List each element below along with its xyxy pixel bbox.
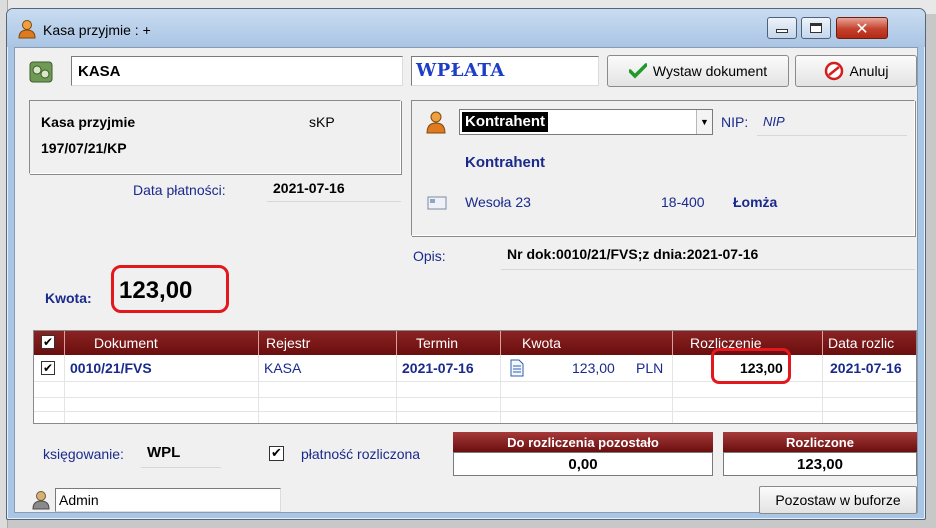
close-icon: ✕ (855, 18, 869, 38)
column-separator (64, 331, 65, 355)
column-separator (258, 331, 259, 355)
issue-document-button[interactable]: Wystaw dokument (607, 55, 789, 87)
settled-value: 123,00 (723, 452, 917, 476)
column-header-due-date[interactable]: Termin (416, 335, 458, 351)
document-type-name: Kasa przyjmie (41, 114, 136, 130)
column-separator (500, 355, 501, 423)
document-icon[interactable] (510, 359, 524, 377)
posting-field[interactable]: WPL (141, 442, 221, 468)
user-grey-icon (32, 491, 50, 510)
minimize-icon (776, 29, 788, 33)
cancel-circle-icon (824, 61, 843, 81)
payment-date-value: 2021-07-16 (273, 180, 345, 196)
register-name: KASA (78, 63, 121, 80)
dialog-content: KASA WPŁATA Wystaw dokument Anuluj Kasa … (14, 47, 918, 514)
payment-settled-checkbox[interactable]: ✔ (269, 446, 284, 461)
contractor-combo[interactable]: Kontrahent ▼ (459, 109, 713, 135)
register-field[interactable]: KASA (71, 56, 403, 86)
description-label: Opis: (413, 248, 446, 264)
chevron-down-icon[interactable]: ▼ (696, 110, 712, 134)
description-field[interactable]: Nr dok:0010/21/FVS;z dnia:2021-07-16 (501, 244, 915, 270)
contractor-selected: Kontrahent (462, 112, 548, 132)
checkmark-icon (628, 63, 647, 79)
row-checkbox[interactable]: ✔ (41, 361, 55, 375)
remaining-value: 0,00 (453, 452, 713, 476)
row-currency: PLN (636, 360, 664, 376)
column-separator (500, 331, 501, 355)
title-bar[interactable]: Kasa przyjmie : + ✕ (7, 9, 925, 47)
row-separator (34, 397, 916, 398)
user-field: Admin (55, 488, 281, 512)
cancel-label: Anuluj (849, 63, 889, 79)
row-register: KASA (264, 360, 302, 376)
nip-label: NIP: (721, 114, 749, 130)
document-number: 197/07/21/KP (41, 140, 127, 156)
column-header-settlement-date[interactable]: Data rozlic (828, 335, 894, 351)
column-separator (396, 355, 397, 423)
leave-in-buffer-label: Pozostaw w buforze (775, 492, 901, 508)
user-orange-icon (18, 20, 36, 39)
minimize-button[interactable] (767, 17, 797, 39)
amount-value[interactable]: 123,00 (119, 277, 192, 305)
row-amount: 123,00 (572, 360, 615, 376)
cash-register-icon[interactable] (27, 58, 55, 86)
column-separator (64, 355, 65, 423)
row-settlement-date: 2021-07-16 (830, 360, 902, 376)
posting-label: księgowanie: (43, 446, 124, 462)
row-document: 0010/21/FVS (70, 360, 152, 376)
issue-document-label: Wystaw dokument (652, 63, 768, 79)
contractor-name: Kontrahent (465, 154, 545, 171)
column-separator (396, 331, 397, 355)
document-type-code: sKP (309, 114, 335, 130)
nip-field[interactable] (757, 112, 907, 136)
payment-date-field[interactable]: 2021-07-16 (267, 178, 401, 202)
column-header-amount[interactable]: Kwota (522, 335, 561, 351)
column-separator (672, 331, 673, 355)
maximize-icon (810, 23, 822, 33)
column-header-document[interactable]: Dokument (94, 335, 158, 351)
leave-in-buffer-button[interactable]: Pozostaw w buforze (759, 486, 917, 514)
settlement-highlight (711, 348, 791, 384)
amount-label: Kwota: (45, 290, 92, 306)
contractor-street: Wesoła 23 (465, 194, 531, 210)
column-separator (822, 331, 823, 355)
contractor-city: Łomża (733, 194, 778, 210)
operation-type: WPŁATA (416, 60, 505, 81)
column-separator (672, 355, 673, 423)
row-separator (34, 411, 916, 412)
column-separator (822, 355, 823, 423)
select-all-checkbox[interactable]: ✔ (41, 335, 55, 349)
payment-date-label: Data płatności: (133, 182, 226, 198)
user-name: Admin (59, 492, 99, 508)
posting-value: WPL (147, 444, 181, 461)
contractor-postal-code: 18-400 (661, 194, 705, 210)
remaining-header: Do rozliczenia pozostało (453, 432, 713, 452)
dialog-window: Kasa przyjmie : + ✕ KASA WPŁATA Wystaw d… (6, 8, 926, 520)
description-value: Nr dok:0010/21/FVS;z dnia:2021-07-16 (507, 246, 759, 262)
maximize-button[interactable] (801, 17, 831, 39)
window-title: Kasa przyjmie : + (43, 22, 151, 38)
row-due-date: 2021-07-16 (402, 360, 474, 376)
close-button[interactable]: ✕ (836, 17, 888, 39)
user-orange-icon (426, 111, 446, 134)
envelope-icon (427, 196, 447, 210)
operation-type-field: WPŁATA (411, 56, 599, 86)
cancel-button[interactable]: Anuluj (795, 55, 917, 87)
document-info-panel (29, 100, 401, 174)
column-header-register[interactable]: Rejestr (266, 335, 310, 351)
column-separator (258, 355, 259, 423)
settled-header: Rozliczone (723, 432, 917, 452)
payment-settled-label: płatność rozliczona (301, 446, 421, 462)
